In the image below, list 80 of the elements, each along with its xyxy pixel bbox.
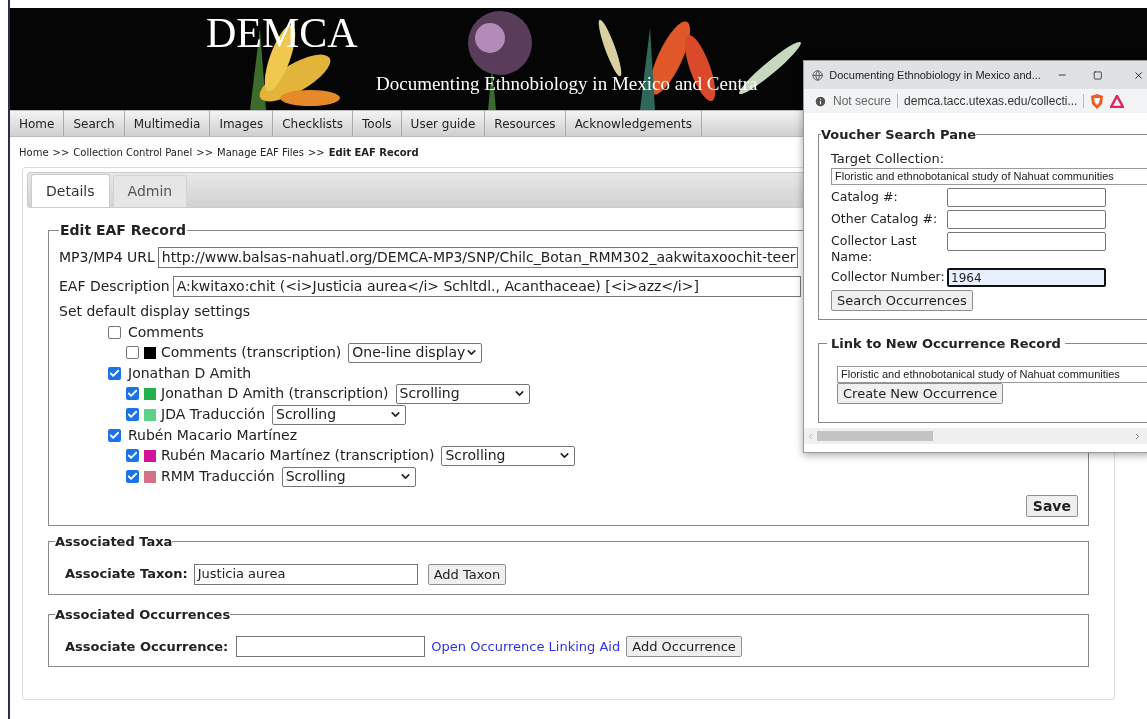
url-field[interactable]: http://www.balsas-nahuatl.org/DEMCA-MP3/SNP/Chilc_Botan_RMM302_aakwitaxoochit-teer (157, 247, 798, 268)
settings-label: Set default display settings (59, 302, 251, 321)
save-button[interactable]: Save (1025, 495, 1078, 517)
tier-label: Comments (transcription) (161, 343, 342, 362)
window-title: Documenting Ethnobiology in Mexico and... (829, 67, 1041, 83)
nav-link[interactable]: Resources (485, 111, 566, 136)
field-label: Associate Occurrence: (65, 637, 229, 656)
checkbox[interactable] (126, 449, 139, 462)
checkbox[interactable] (126, 346, 139, 359)
text-field[interactable] (947, 210, 1106, 229)
scroll-right-icon[interactable] (1133, 431, 1142, 441)
shield-icon (1090, 93, 1105, 109)
nav-link[interactable]: Checklists (273, 111, 354, 136)
breadcrumb-link[interactable]: Home (19, 144, 49, 160)
maximize-icon[interactable] (1093, 69, 1103, 81)
field-label: Target Collection: (831, 149, 946, 168)
checkbox[interactable] (126, 387, 139, 400)
text-field[interactable] (947, 232, 1106, 251)
display-select[interactable]: One-line display (348, 342, 483, 363)
field-label: EAF Description (59, 277, 170, 296)
field-label: Associate Taxon: (65, 565, 188, 584)
breadcrumb-separator: >> (52, 145, 70, 160)
search-occurrences-button[interactable]: Search Occurrences (831, 290, 973, 311)
collection-select[interactable]: Floristic and ethnobotanical study of Nahuat communities (837, 365, 1147, 383)
breadcrumb-link[interactable]: Collection Control Panel (73, 144, 193, 160)
security-label: Not secure (833, 93, 892, 110)
field-label: MP3/MP4 URL (59, 248, 155, 267)
triangle-icon (1110, 94, 1125, 108)
taxon-field[interactable]: Justicia aurea (193, 563, 418, 585)
display-select[interactable]: Scrolling (272, 404, 406, 425)
tier-label: Rubén Macario Martínez (128, 425, 298, 445)
display-select[interactable]: Scrolling (441, 445, 576, 466)
field-label: Catalog #: (831, 189, 899, 205)
occurrence-field[interactable] (236, 636, 426, 657)
nav-link[interactable]: User guide (401, 111, 486, 136)
section-legend: Link to New Occurrence Record (827, 334, 1065, 354)
add-occurrence-button[interactable]: Add Occurrence (626, 636, 742, 657)
tier-label: RMM Traducción (161, 467, 275, 486)
breadcrumb-separator: >> (196, 145, 213, 160)
tier-label: Jonathan D Amith (transcription) (161, 384, 389, 403)
section-legend: Associated Occurrences (55, 604, 231, 624)
collection-select[interactable]: Floristic and ethnobotanical study of Nahuat communities (831, 168, 1147, 185)
tier-label: Jonathan D Amith (128, 363, 252, 383)
nav-link[interactable]: Home (10, 111, 65, 136)
address-text[interactable]: demca.tacc.utexas.edu/collecti... (904, 92, 1078, 110)
create-occurrence-button[interactable]: Create New Occurrence (837, 382, 1004, 404)
breadcrumb-separator: >> (307, 145, 325, 160)
nav-link[interactable]: Search (64, 111, 125, 136)
nav-link[interactable]: Images (210, 111, 274, 136)
tier-label: Comments (128, 322, 204, 342)
checkbox[interactable] (126, 470, 139, 483)
checkbox[interactable] (108, 366, 121, 380)
breadcrumb-link[interactable]: Edit EAF Record (328, 144, 419, 160)
description-field[interactable]: A:kwitaxo:chit (<i>Justicia aurea</i> Schltdl., Acanthaceae) [<i>azz</i>] (172, 276, 801, 297)
globe-icon (812, 68, 824, 82)
field-label: Other Catalog #: (831, 211, 939, 227)
nav-link[interactable]: Acknowledgements (565, 111, 702, 136)
display-select[interactable]: Scrolling (395, 383, 530, 404)
nav-link[interactable]: Tools (353, 111, 402, 136)
nav-link[interactable]: Multimedia (124, 111, 211, 136)
display-select[interactable]: Scrolling (281, 466, 416, 487)
tier-label: Rubén Macario Martínez (transcription) (161, 446, 435, 465)
text-field[interactable]: 1964 (947, 268, 1106, 287)
info-icon (814, 94, 827, 108)
text-field[interactable] (947, 188, 1106, 207)
section-legend: Voucher Search Pane (821, 125, 977, 145)
checkbox[interactable] (108, 428, 121, 442)
checkbox[interactable] (108, 325, 121, 339)
breadcrumb-link[interactable]: Manage EAF Files (217, 144, 304, 160)
field-label: Collector Number: (831, 269, 946, 285)
section-legend: Edit EAF Record (59, 220, 187, 241)
linking-aid-link[interactable]: Open Occurrence Linking Aid (431, 636, 621, 657)
tier-label: JDA Traducción (161, 405, 265, 424)
tab[interactable]: Details (31, 174, 110, 207)
section-legend: Associated Taxa (55, 532, 173, 552)
tab[interactable]: Admin (112, 175, 188, 207)
add-taxon-button[interactable]: Add Taxon (427, 563, 507, 585)
checkbox[interactable] (126, 408, 139, 421)
scrollbar-thumb[interactable] (817, 431, 933, 441)
field-label: Collector Last Name: (831, 233, 918, 265)
